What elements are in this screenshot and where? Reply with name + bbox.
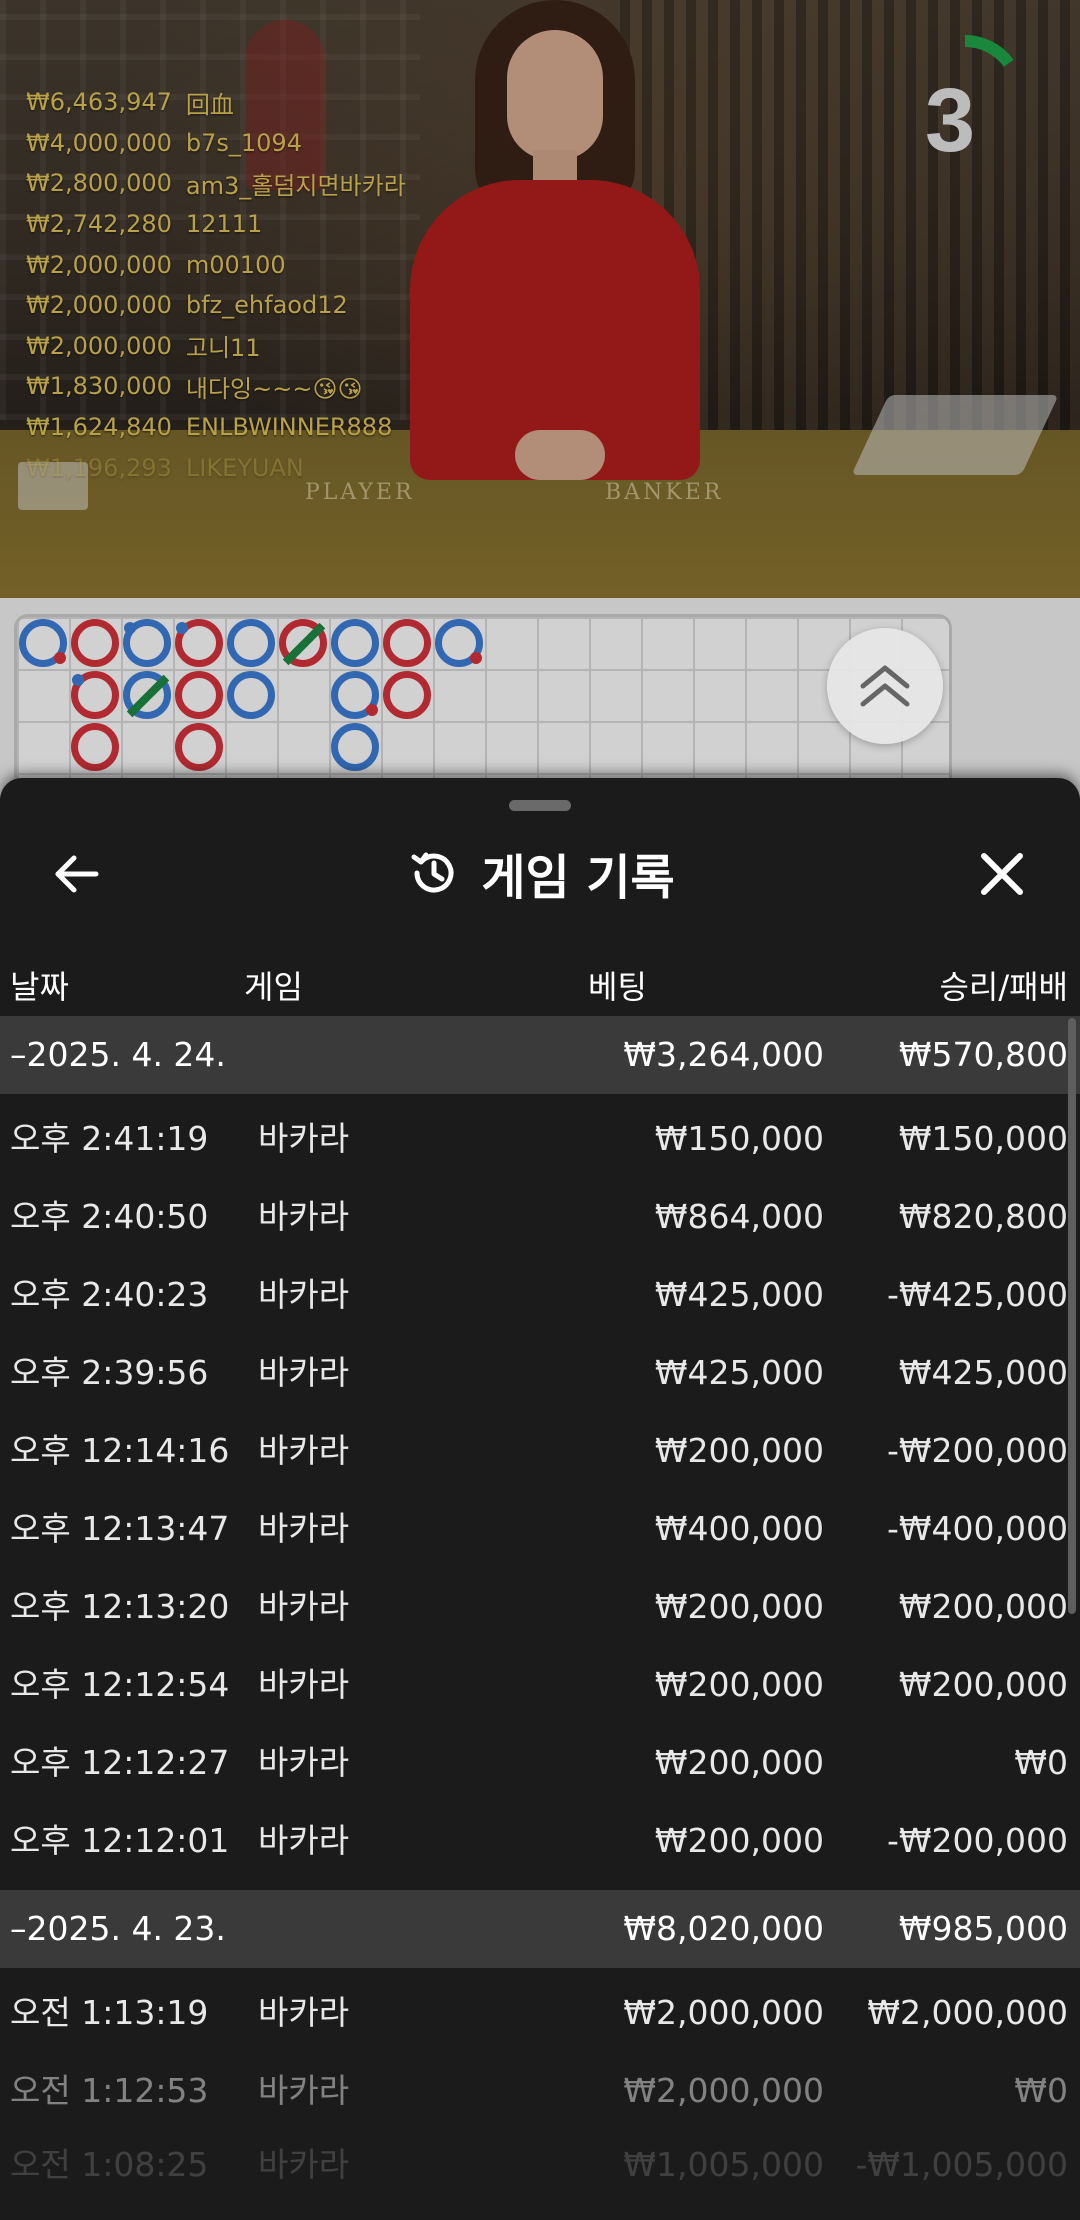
top-winners-list: ₩6,463,947 回血 ₩4,000,000 b7s_1094 ₩2,800,0… [26, 82, 446, 488]
banker-bead [175, 619, 223, 667]
close-button[interactable] [966, 838, 1038, 910]
close-icon [981, 853, 1023, 895]
scroll-up-button[interactable] [827, 628, 943, 744]
winner-row: ₩2,000,000 고니11 [26, 331, 261, 363]
sheet-header: 게임 기록 [0, 818, 1080, 928]
history-row[interactable]: 오후 12:13:20 바카라 ₩200,000 ₩200,000 [0, 1568, 1080, 1646]
countdown-number: 3 [924, 71, 976, 171]
player-bead [123, 671, 171, 719]
winner-row: ₩1,830,000 내다잉~~~😘😘 [26, 372, 363, 403]
history-row[interactable]: 오후 2:40:23 바카라 ₩425,000 -₩425,000 [0, 1256, 1080, 1334]
history-row[interactable]: 오후 2:40:50 바카라 ₩864,000 ₩820,800 [0, 1178, 1080, 1256]
banker-bead [383, 619, 431, 667]
winner-row: ₩2,000,000 bfz_ehfaod12 [26, 291, 348, 320]
history-row[interactable]: 오후 2:39:56 바카라 ₩425,000 ₩425,000 [0, 1334, 1080, 1412]
drag-handle[interactable] [509, 800, 571, 811]
player-bead [123, 619, 171, 667]
history-row[interactable]: 오전 1:12:53 바카라 ₩2,000,000 ₩0 [0, 2052, 1080, 2130]
banker-bead [175, 671, 223, 719]
history-row[interactable]: 오후 2:41:19 바카라 ₩150,000 ₩150,000 [0, 1100, 1080, 1178]
player-bead [227, 671, 275, 719]
banker-bead [71, 723, 119, 771]
history-row[interactable]: 오전 1:08:25 바카라 ₩1,005,000 -₩1,005,000 [0, 2126, 1080, 2204]
player-bead [435, 619, 483, 667]
sheet-title: 게임 기록 [481, 850, 675, 906]
bead-road[interactable] [14, 614, 952, 794]
live-video: PLAYER BANKER ₩6,463,947 回血 ₩4,000,000 b7s… [0, 0, 1080, 598]
history-scrollbar[interactable] [1068, 1018, 1076, 1614]
banker-bead [175, 723, 223, 771]
player-bead [19, 619, 67, 667]
history-row[interactable]: 오후 12:12:54 바카라 ₩200,000 ₩200,000 [0, 1646, 1080, 1724]
day-summary-row[interactable]: –2025. 4. 23. ₩8,020,000 ₩985,000 [0, 1890, 1080, 1968]
player-bead [331, 723, 379, 771]
history-column-headers: 날짜 게임 베팅 승리/패배 [0, 950, 1080, 1016]
history-list[interactable]: –2025. 4. 24. ₩3,264,000 ₩570,800 오후 2:4… [0, 1016, 1080, 2220]
history-row[interactable]: 오후 12:14:16 바카라 ₩200,000 -₩200,000 [0, 1412, 1080, 1490]
title-group: 게임 기록 [0, 818, 1080, 928]
arrow-left-icon [55, 855, 99, 893]
player-bead [331, 671, 379, 719]
back-button[interactable] [40, 838, 112, 910]
player-bead [331, 619, 379, 667]
banker-bead [71, 671, 119, 719]
winner-row: ₩2,000,000 m00100 [26, 250, 286, 279]
column-date: 날짜 [10, 968, 69, 1006]
winner-row: ₩1,196,293 LIKEYUAN [26, 453, 304, 482]
banker-bead [71, 619, 119, 667]
history-row[interactable]: 오후 12:12:27 바카라 ₩200,000 ₩0 [0, 1724, 1080, 1802]
double-chevron-up-icon [860, 665, 910, 707]
winner-row: ₩1,624,840 ENLBWINNER888 [26, 413, 393, 442]
column-winloss: 승리/패배 [939, 968, 1068, 1006]
history-row[interactable]: 오전 1:13:19 바카라 ₩2,000,000 ₩2,000,000 [0, 1974, 1080, 2052]
dealer [405, 0, 705, 500]
column-bet: 베팅 [588, 968, 647, 1006]
banker-area-label: BANKER [605, 480, 724, 505]
winner-row: ₩2,742,280 12111 [26, 210, 263, 239]
winner-row: ₩6,463,947 回血 [26, 88, 234, 119]
column-game: 게임 [244, 968, 303, 1006]
winner-row: ₩4,000,000 b7s_1094 [26, 128, 302, 157]
banker-bead [383, 671, 431, 719]
history-row[interactable]: 오후 12:12:01 바카라 ₩200,000 -₩200,000 [0, 1802, 1080, 1880]
history-row[interactable]: 오후 12:13:47 바카라 ₩400,000 -₩400,000 [0, 1490, 1080, 1568]
player-bead [227, 619, 275, 667]
history-icon [411, 852, 454, 893]
banker-bead [279, 619, 327, 667]
winner-row: ₩2,800,000 am3_홀덤지면바카라 [26, 169, 406, 200]
day-summary-row[interactable]: –2025. 4. 24. ₩3,264,000 ₩570,800 [0, 1016, 1080, 1094]
